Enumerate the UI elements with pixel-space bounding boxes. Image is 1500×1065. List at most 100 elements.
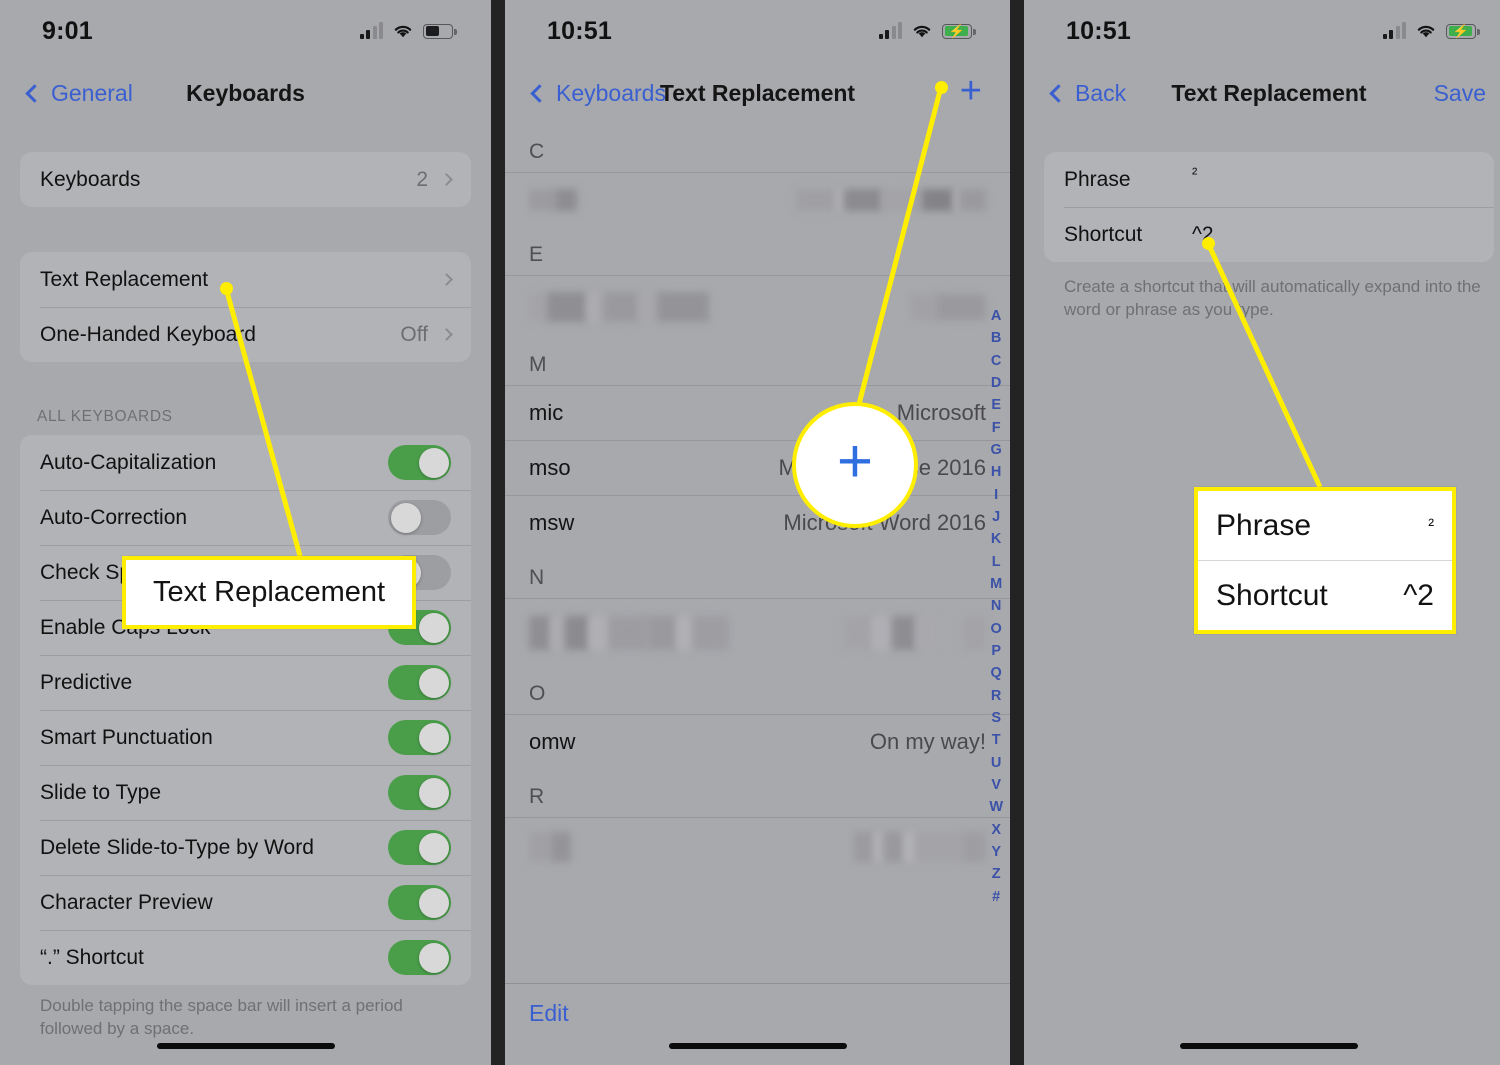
alpha-index-letter[interactable]: F	[992, 417, 1001, 439]
callout-shortcut-row: Shortcut ^2	[1198, 560, 1452, 630]
status-clock: 10:51	[1066, 16, 1131, 45]
row-keyboards-label: Keyboards	[40, 167, 141, 191]
alpha-index-letter[interactable]: A	[991, 305, 1001, 327]
toggle-row-smart-punctuation[interactable]: Smart Punctuation	[20, 710, 471, 765]
section-letter-e: E	[529, 243, 544, 266]
toggle-row-character-preview[interactable]: Character Preview	[20, 875, 471, 930]
chevron-left-icon	[530, 84, 549, 103]
alpha-index-letter[interactable]: W	[989, 796, 1003, 818]
panel-keyboards-settings: 9:01 General Keyboards Keyboards 2 Text …	[0, 0, 491, 1065]
settings-group-text: Text Replacement One-Handed Keyboard Off	[20, 252, 471, 362]
row-one-handed-keyboard[interactable]: One-Handed Keyboard Off	[20, 307, 471, 362]
alpha-index-letter[interactable]: R	[991, 685, 1001, 707]
phrase-field-label: Phrase	[1064, 167, 1131, 191]
alpha-index-letter[interactable]: G	[991, 439, 1002, 461]
toggle-row-auto-correction[interactable]: Auto-Correction	[20, 490, 471, 545]
wifi-icon	[1415, 23, 1437, 39]
row-shortcut: msw	[529, 510, 575, 535]
field-row-phrase[interactable]: Phrase ²	[1044, 152, 1494, 207]
table-row[interactable]	[505, 598, 1010, 666]
status-bar: 10:51 ⚡	[1024, 0, 1500, 62]
toggle-row-predictive[interactable]: Predictive	[20, 655, 471, 710]
alpha-index-letter[interactable]: Y	[991, 841, 1001, 863]
lightning-bolt-icon: ⚡	[948, 23, 966, 39]
toggle-row-auto-capitalization[interactable]: Auto-Capitalization	[20, 435, 471, 490]
toggle-label: Auto-Capitalization	[40, 450, 217, 474]
alpha-index-letter[interactable]: E	[991, 394, 1001, 416]
home-indicator	[668, 1043, 847, 1049]
back-button-keyboards[interactable]: Keyboards	[530, 80, 666, 107]
callout-text-replacement-label: Text Replacement	[152, 576, 386, 608]
field-row-shortcut[interactable]: Shortcut ^2	[1044, 207, 1494, 262]
toggle-row-delete-slide-to-type-by-word[interactable]: Delete Slide-to-Type by Word	[20, 820, 471, 875]
toggle-label: “.” Shortcut	[40, 945, 144, 969]
table-row[interactable]: mic Microsoft	[505, 385, 1010, 440]
plus-icon: +	[836, 427, 874, 496]
phrase-field-value[interactable]: ²	[1192, 166, 1474, 184]
table-row[interactable]: msw Microsoft Word 2016	[505, 495, 1010, 550]
alpha-index-letter[interactable]: V	[991, 774, 1001, 796]
alpha-index-letter[interactable]: S	[991, 707, 1001, 729]
toggle-smart-punctuation[interactable]	[388, 720, 451, 755]
table-row[interactable]: omw On my way!	[505, 714, 1010, 769]
toggle-label: Predictive	[40, 670, 133, 694]
alpha-index-letter[interactable]: D	[991, 372, 1001, 394]
battery-charging-icon: ⚡	[942, 23, 976, 39]
table-row[interactable]	[505, 275, 1010, 337]
alpha-index-letter[interactable]: J	[992, 506, 1000, 528]
row-phrase: Microsoft	[896, 400, 986, 425]
table-row[interactable]	[505, 172, 1010, 227]
alpha-index-letter[interactable]: O	[991, 618, 1002, 640]
alpha-index-letter[interactable]: #	[992, 886, 1000, 908]
toggle-row-slide-to-type[interactable]: Slide to Type	[20, 765, 471, 820]
toggle-auto-correction[interactable]	[388, 500, 451, 535]
alpha-index-letter[interactable]: L	[992, 551, 1001, 573]
status-clock: 10:51	[547, 16, 612, 45]
row-keyboards[interactable]: Keyboards 2	[20, 152, 471, 207]
alpha-index-letter[interactable]: N	[991, 595, 1001, 617]
table-row[interactable]: mso Microsoft Office 2016	[505, 440, 1010, 495]
toggle-row-period-shortcut[interactable]: “.” Shortcut	[20, 930, 471, 985]
toggle-predictive[interactable]	[388, 665, 451, 700]
alphabet-index[interactable]: A B C D E F G H I J K L M N O P Q R S T …	[989, 305, 1003, 908]
alpha-index-letter[interactable]: I	[994, 484, 998, 506]
alpha-index-letter[interactable]: H	[991, 461, 1001, 483]
alpha-index-letter[interactable]: X	[991, 819, 1001, 841]
alpha-index-letter[interactable]: M	[990, 573, 1002, 595]
toggle-character-preview[interactable]	[388, 885, 451, 920]
shortcut-field-value[interactable]: ^2	[1192, 223, 1474, 247]
alpha-index-letter[interactable]: B	[991, 327, 1001, 349]
alpha-index-letter[interactable]: Z	[992, 863, 1001, 885]
battery-charging-icon: ⚡	[1446, 23, 1480, 39]
section-header-all-keyboards: ALL KEYBOARDS	[37, 408, 173, 425]
callout-text-replacement: Text Replacement	[122, 556, 416, 629]
redacted-phrase	[844, 615, 986, 650]
section-letter-c: C	[529, 140, 545, 163]
save-button[interactable]: Save	[1434, 80, 1486, 107]
toggle-delete-slide-to-type-by-word[interactable]	[388, 830, 451, 865]
back-button-general[interactable]: General	[25, 79, 133, 107]
toggle-period-shortcut[interactable]	[388, 940, 451, 975]
section-letter-m: M	[529, 353, 547, 376]
cellular-signal-icon	[1382, 22, 1406, 39]
toggle-auto-capitalization[interactable]	[388, 445, 451, 480]
callout-plus-button: +	[792, 402, 918, 528]
redacted-phrase	[910, 293, 986, 320]
alpha-index-letter[interactable]: Q	[991, 662, 1002, 684]
lightning-bolt-icon: ⚡	[1452, 23, 1470, 39]
alpha-index-letter[interactable]: C	[991, 350, 1001, 372]
edit-button[interactable]: Edit	[529, 1000, 569, 1026]
redacted-shortcut	[529, 831, 571, 862]
table-row[interactable]	[505, 817, 1010, 875]
alpha-index-letter[interactable]: P	[991, 640, 1001, 662]
back-button[interactable]: Back	[1049, 80, 1126, 107]
alpha-index-letter[interactable]: K	[991, 528, 1001, 550]
row-text-replacement[interactable]: Text Replacement	[20, 252, 471, 307]
redacted-phrase	[796, 189, 986, 211]
back-button-label: General	[51, 79, 133, 106]
toggle-slide-to-type[interactable]	[388, 775, 451, 810]
add-replacement-button[interactable]: +	[960, 72, 982, 110]
alpha-index-letter[interactable]: T	[992, 729, 1001, 751]
alpha-index-letter[interactable]: U	[991, 752, 1001, 774]
row-shortcut: mso	[529, 455, 571, 480]
